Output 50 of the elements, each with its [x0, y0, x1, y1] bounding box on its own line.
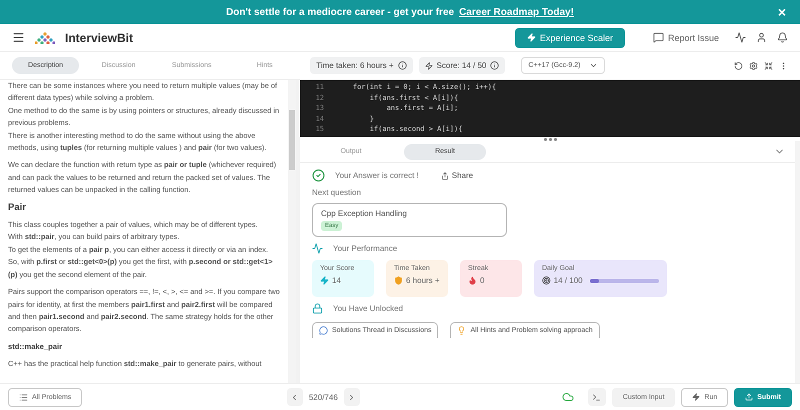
bolt-icon — [424, 62, 433, 70]
notification-icon[interactable] — [777, 32, 788, 43]
time-taken-badge: Time taken: 6 hours + — [310, 57, 413, 74]
report-issue-button[interactable]: Report Issue — [646, 31, 725, 44]
share-icon — [440, 172, 449, 180]
stat-value: 0 — [480, 276, 484, 285]
unlocked-heading: You Have Unlocked — [333, 304, 403, 313]
stat-value: 6 hours + — [406, 276, 440, 285]
section-heading: Pair — [8, 202, 27, 214]
message-icon — [652, 32, 664, 43]
close-button[interactable]: × — [778, 4, 786, 20]
cloud-icon — [562, 391, 574, 403]
status-text: Your Answer is correct ! — [335, 171, 419, 180]
user-icon[interactable] — [756, 32, 767, 43]
settings-icon[interactable] — [748, 60, 758, 70]
check-circle-icon — [312, 169, 325, 182]
bolt-icon — [526, 33, 536, 42]
performance-heading: Your Performance — [333, 244, 398, 253]
question-title: Cpp Exception Handling — [321, 209, 407, 218]
lock-icon — [312, 303, 323, 314]
logo-icon — [35, 32, 55, 44]
list-icon — [19, 392, 28, 402]
collapse-icon[interactable] — [764, 60, 773, 70]
shield-icon — [394, 276, 403, 285]
problem-counter: 520/746 — [308, 392, 338, 402]
menu-icon[interactable] — [12, 31, 25, 44]
chat-icon — [319, 326, 328, 335]
stat-value: 14 / 100 — [554, 276, 583, 285]
banner-text: Don't settle for a mediocre career - get your free — [226, 6, 454, 18]
pulse-icon — [312, 243, 323, 254]
score-badge: Score: 14 / 50 — [418, 57, 506, 74]
upload-icon — [745, 393, 754, 401]
bolt-icon — [692, 393, 700, 401]
terminal-icon — [592, 392, 602, 402]
next-question-label: Next question — [312, 188, 362, 197]
bolt-icon — [320, 276, 329, 285]
target-icon — [542, 276, 551, 285]
activity-icon[interactable] — [735, 32, 746, 43]
reset-icon[interactable] — [734, 60, 743, 70]
chevron-icon — [588, 61, 598, 70]
info-icon[interactable] — [490, 61, 500, 70]
lightbulb-icon — [457, 326, 466, 335]
roadmap-link[interactable]: Career Roadmap Today! — [459, 6, 574, 18]
terminal-button[interactable] — [588, 388, 606, 406]
logo-text: InterviewBit — [65, 30, 134, 44]
flame-icon — [468, 276, 477, 285]
info-icon[interactable] — [398, 61, 407, 70]
share-button[interactable]: Share — [434, 170, 480, 181]
stat-value: 14 — [332, 276, 341, 285]
experience-scaler-button[interactable]: Experience Scaler — [514, 28, 625, 48]
